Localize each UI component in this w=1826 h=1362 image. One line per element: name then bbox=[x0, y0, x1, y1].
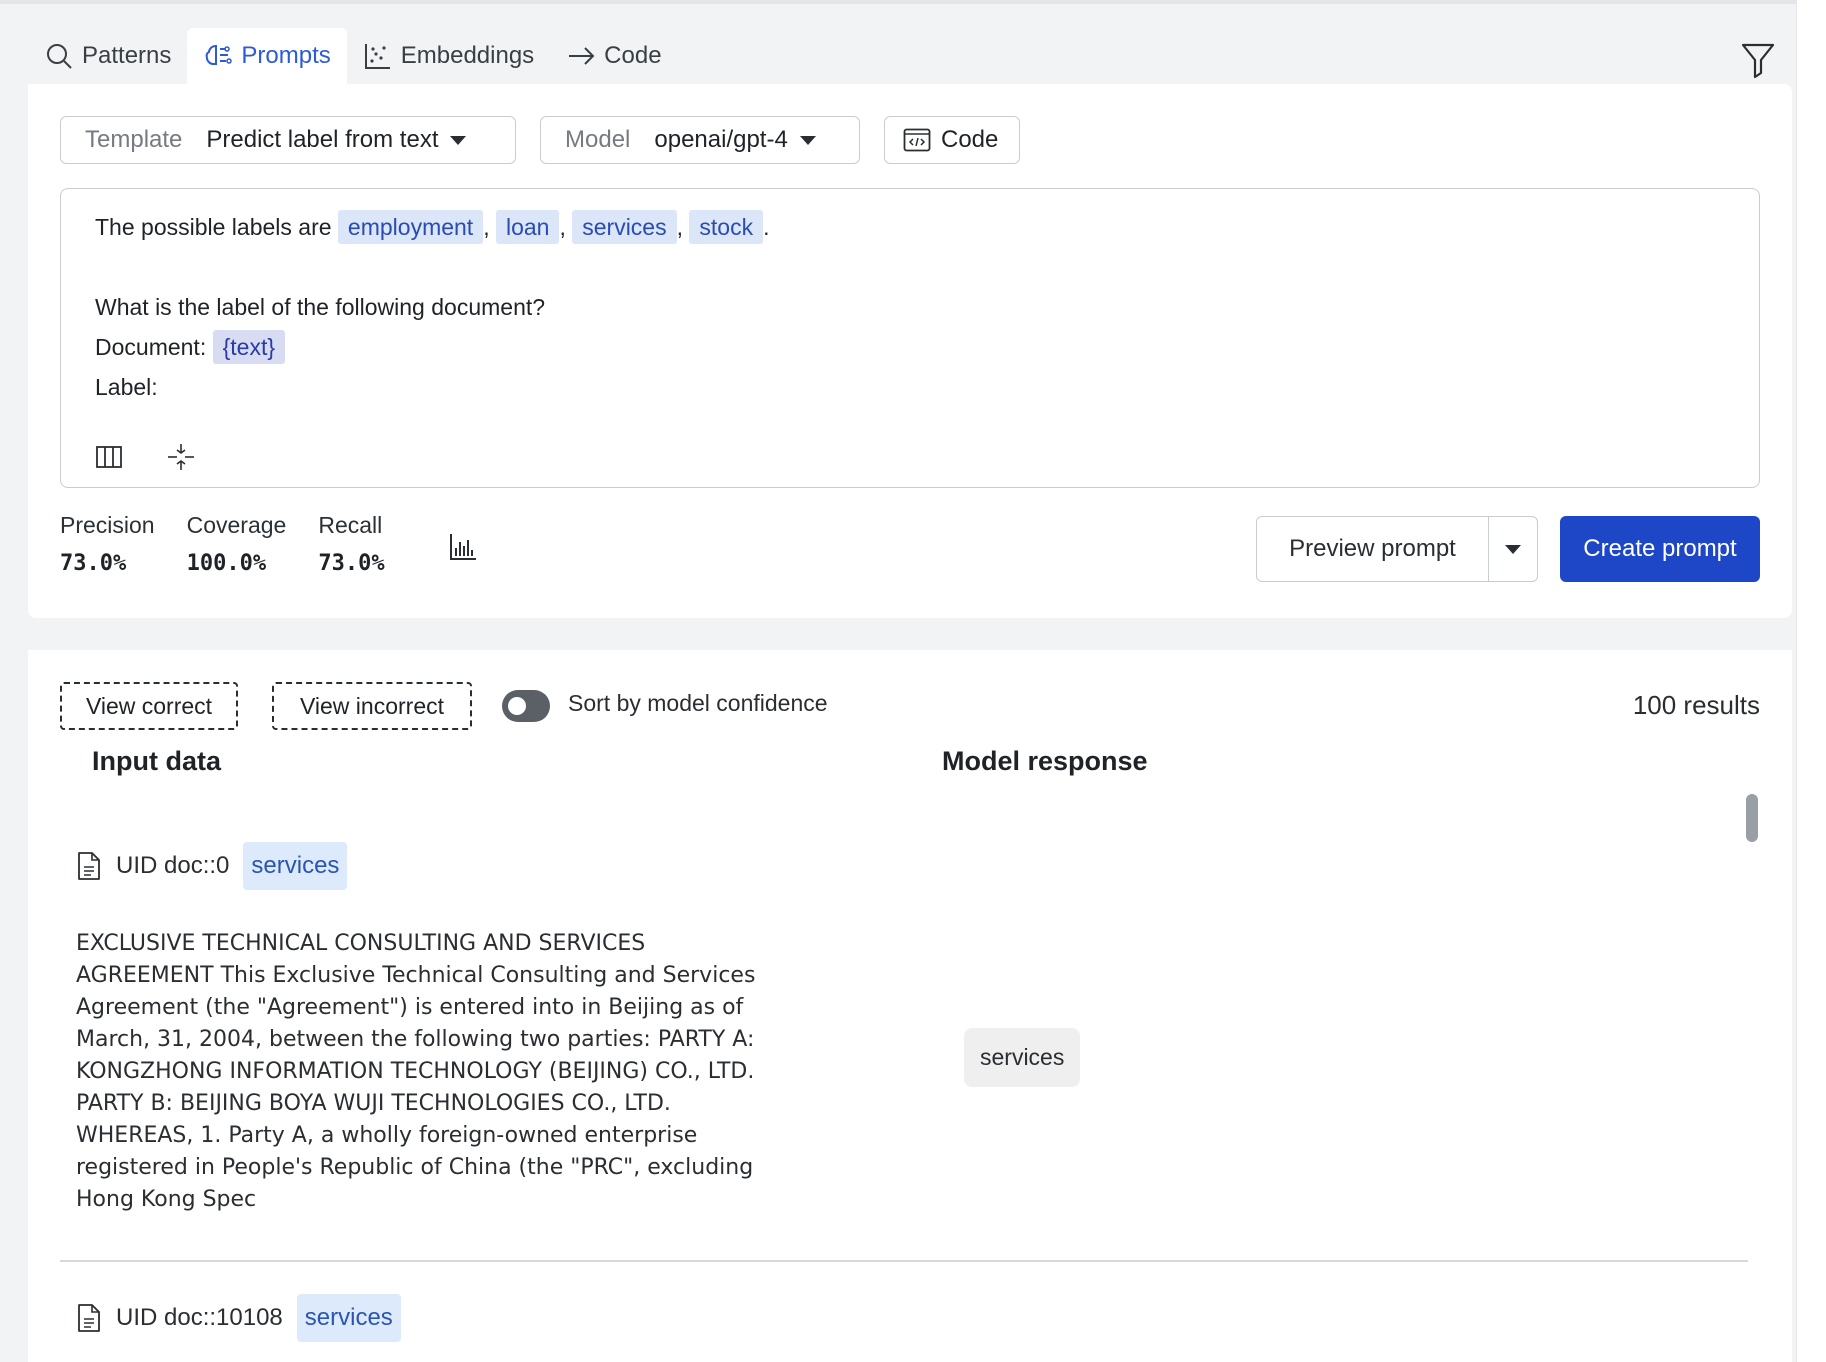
top-border bbox=[0, 0, 1826, 4]
sort-confidence-toggle[interactable] bbox=[502, 690, 550, 722]
code-button[interactable]: Code bbox=[884, 116, 1020, 164]
results-panel: View correct View incorrect Sort by mode… bbox=[28, 650, 1792, 1362]
label-token-employment: employment bbox=[337, 210, 484, 244]
document-icon bbox=[78, 852, 100, 880]
metric-value: 73.0% bbox=[318, 551, 385, 576]
text-variable-token: {text} bbox=[212, 330, 286, 364]
caret-down-icon bbox=[1505, 544, 1521, 554]
caret-down-icon bbox=[799, 135, 816, 145]
preview-prompt-button[interactable]: Preview prompt bbox=[1257, 517, 1489, 581]
row-divider bbox=[60, 1260, 1748, 1262]
search-icon bbox=[47, 44, 72, 69]
label-token-services: services bbox=[572, 210, 677, 244]
metric-recall: Recall 73.0% bbox=[318, 512, 384, 576]
tab-bar: Patterns Prompts Embeddings Code bbox=[28, 28, 678, 84]
row-header: UID doc::10108 services bbox=[60, 1292, 1748, 1344]
view-incorrect-button[interactable]: View incorrect bbox=[272, 682, 472, 730]
code-icon bbox=[903, 128, 931, 152]
scatter-icon bbox=[364, 44, 390, 69]
metric-precision: Precision 73.0% bbox=[60, 512, 155, 576]
prompt-editor[interactable]: The possible labels are employment, loan… bbox=[60, 188, 1760, 488]
metric-label: Precision bbox=[60, 512, 155, 538]
column-header-response: Model response bbox=[942, 746, 1148, 776]
preview-prompt-group: Preview prompt bbox=[1256, 516, 1538, 582]
result-row: UID doc::0 services EXCLUSIVE TECHNICAL … bbox=[60, 840, 1748, 1216]
label-token-stock: stock bbox=[689, 210, 764, 244]
filter-icon[interactable] bbox=[1740, 40, 1776, 80]
tab-code[interactable]: Code bbox=[550, 28, 677, 84]
prompt-text: Document: bbox=[95, 334, 207, 360]
model-value: openai/gpt-4 bbox=[654, 126, 788, 153]
preview-dropdown-button[interactable] bbox=[1489, 517, 1537, 581]
metric-coverage: Coverage 100.0% bbox=[187, 512, 287, 576]
metric-value: 100.0% bbox=[186, 551, 267, 576]
row-uid: UID doc::10108 bbox=[116, 1304, 283, 1331]
collapse-icon[interactable] bbox=[167, 443, 195, 471]
template-label: Template bbox=[85, 126, 183, 153]
ground-truth-label: services bbox=[243, 842, 348, 890]
view-correct-button[interactable]: View correct bbox=[60, 682, 238, 730]
bar-chart-icon[interactable] bbox=[448, 532, 478, 562]
prompt-label-line: Label: bbox=[95, 374, 158, 400]
model-response-chip: services bbox=[964, 1028, 1081, 1087]
prompt-text: The possible labels are bbox=[95, 214, 332, 240]
tab-label: Prompts bbox=[241, 42, 331, 69]
label-token-loan: loan bbox=[495, 210, 560, 244]
results-count: 100 results bbox=[1632, 690, 1760, 720]
columns-icon[interactable] bbox=[95, 443, 123, 471]
model-select[interactable]: Model openai/gpt-4 bbox=[540, 116, 860, 164]
template-value: Predict label from text bbox=[206, 126, 439, 153]
sort-confidence-label: Sort by model confidence bbox=[568, 690, 828, 716]
brain-icon bbox=[206, 44, 233, 65]
code-button-label: Code bbox=[941, 126, 999, 153]
result-row: UID doc::10108 services bbox=[60, 1292, 1748, 1344]
prompt-text: . bbox=[763, 214, 770, 240]
row-uid: UID doc::0 bbox=[116, 852, 230, 879]
tab-embeddings[interactable]: Embeddings bbox=[347, 28, 550, 84]
prompt-question: What is the label of the following docum… bbox=[95, 294, 546, 320]
arrow-right-icon bbox=[569, 47, 595, 65]
editor-tools bbox=[95, 443, 195, 471]
column-header-input: Input data bbox=[92, 746, 221, 776]
prompt-panel: Template Predict label from text Model o… bbox=[28, 84, 1792, 618]
metric-label: Recall bbox=[318, 512, 383, 538]
right-edge bbox=[1796, 0, 1826, 1362]
tab-label: Code bbox=[604, 42, 662, 69]
caret-down-icon bbox=[450, 135, 467, 145]
ground-truth-label: services bbox=[296, 1294, 401, 1342]
tab-label: Embeddings bbox=[400, 42, 535, 69]
tab-patterns[interactable]: Patterns bbox=[28, 28, 187, 84]
create-prompt-button[interactable]: Create prompt bbox=[1560, 516, 1760, 582]
scrollbar-thumb[interactable] bbox=[1746, 794, 1758, 842]
tab-label: Patterns bbox=[82, 42, 172, 69]
metric-label: Coverage bbox=[186, 512, 287, 538]
template-select[interactable]: Template Predict label from text bbox=[60, 116, 516, 164]
document-icon bbox=[78, 1304, 100, 1332]
model-label: Model bbox=[565, 126, 631, 153]
metrics: Precision 73.0% Coverage 100.0% Recall 7… bbox=[60, 512, 385, 576]
metric-value: 73.0% bbox=[60, 551, 127, 576]
document-text: EXCLUSIVE TECHNICAL CONSULTING AND SERVI… bbox=[76, 931, 756, 1212]
prompt-document-line: Document: {text} bbox=[95, 327, 1725, 367]
prompt-line-labels: The possible labels are employment, loan… bbox=[95, 207, 1725, 247]
row-header: UID doc::0 services bbox=[60, 840, 1748, 892]
tab-prompts[interactable]: Prompts bbox=[187, 28, 347, 84]
